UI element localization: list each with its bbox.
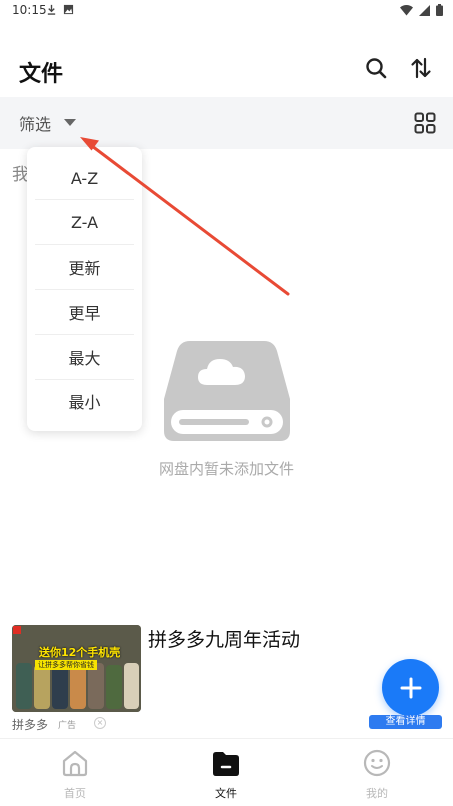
sort-option-older[interactable]: 更早 <box>27 290 142 334</box>
battery-icon <box>436 4 443 16</box>
bottom-navigation: 首页 文件 我的 <box>0 738 453 806</box>
ad-image-headline: 送你12个手机壳 <box>39 646 121 659</box>
add-file-button[interactable] <box>382 659 439 716</box>
view-details-button[interactable]: 查看详情 <box>369 715 442 729</box>
sort-menu: A-Z Z-A 更新 更早 最大 最小 <box>27 147 142 431</box>
sort-option-z-a[interactable]: Z-A <box>27 200 142 244</box>
image-notification-icon <box>63 4 74 15</box>
signal-icon <box>419 4 430 16</box>
ad-title[interactable]: 拼多多九周年活动 <box>148 625 300 652</box>
nav-item-me[interactable]: 我的 <box>337 739 417 806</box>
nav-item-home[interactable]: 首页 <box>35 739 115 806</box>
sort-button[interactable] <box>408 55 434 81</box>
sort-option-largest[interactable]: 最大 <box>27 335 142 379</box>
filter-label: 筛选 <box>19 115 52 134</box>
nav-item-files[interactable]: 文件 <box>186 739 266 806</box>
status-time: 10:15 <box>12 3 47 17</box>
folder-icon <box>213 752 239 776</box>
status-right-icons <box>400 4 443 16</box>
sort-option-newer[interactable]: 更新 <box>27 245 142 289</box>
ad-image-subline: 让拼多多帮你省钱 <box>35 660 97 670</box>
ad-label: 广告 <box>58 721 77 731</box>
sort-option-a-z[interactable]: A-Z <box>27 156 142 200</box>
nav-label-home: 首页 <box>64 787 86 800</box>
sort-option-smallest[interactable]: 最小 <box>27 379 142 423</box>
cloud-drive-icon <box>164 341 290 441</box>
home-icon <box>62 750 88 777</box>
sort-arrows-icon <box>411 57 431 79</box>
status-bar: 10:15 <box>0 0 453 22</box>
download-icon <box>47 4 56 15</box>
filter-dropdown-trigger[interactable]: 筛选 <box>0 97 100 149</box>
caret-down-icon <box>64 119 76 126</box>
filter-bar: 筛选 <box>0 97 453 149</box>
wifi-icon <box>400 4 413 16</box>
nav-label-me: 我的 <box>366 787 388 800</box>
search-button[interactable] <box>363 55 389 81</box>
smiley-face-icon <box>363 749 391 777</box>
ad-close-icon[interactable]: × <box>94 717 106 729</box>
search-icon <box>366 58 387 79</box>
grid-view-icon[interactable] <box>413 111 437 135</box>
page-title: 文件 <box>19 62 64 87</box>
ad-source: 拼多多 <box>12 718 49 732</box>
nav-label-files: 文件 <box>215 787 237 800</box>
plus-icon <box>400 677 421 698</box>
ad-image[interactable]: 送你12个手机壳 让拼多多帮你省钱 <box>12 625 141 712</box>
empty-state-message: 网盘内暂未添加文件 <box>158 460 294 478</box>
